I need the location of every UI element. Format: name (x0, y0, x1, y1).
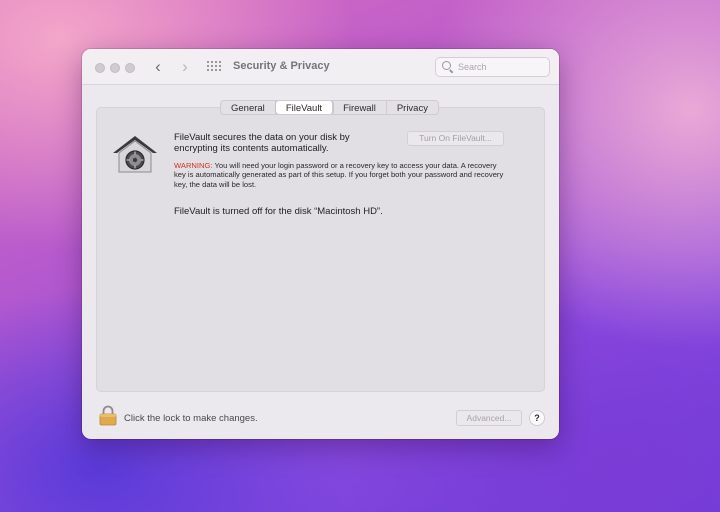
warning-text: You will need your login password or a r… (174, 161, 504, 189)
search-placeholder: Search (458, 62, 487, 72)
filevault-status: FileVault is turned off for the disk “Ma… (174, 206, 383, 217)
close-window-button[interactable] (95, 63, 105, 73)
tab-privacy[interactable]: Privacy (387, 101, 438, 114)
minimize-window-button[interactable] (110, 63, 120, 73)
security-privacy-window: ‹ › Security & Privacy Search FileVault … (82, 49, 559, 439)
filevault-intro-text: FileVault secures the data on your disk … (174, 132, 350, 154)
tab-bar: General FileVault Firewall Privacy (220, 100, 439, 115)
help-button[interactable]: ? (529, 410, 545, 426)
lock-label: Click the lock to make changes. (124, 413, 258, 424)
filevault-warning: WARNING: You will need your login passwo… (174, 161, 504, 189)
advanced-button[interactable]: Advanced... (456, 410, 522, 426)
tab-general[interactable]: General (221, 101, 276, 114)
grid-icon[interactable] (207, 61, 221, 73)
chevron-left-icon[interactable]: ‹ (150, 57, 166, 77)
padlock-icon[interactable] (99, 405, 117, 426)
zoom-window-button[interactable] (125, 63, 135, 73)
title-bar: ‹ › Security & Privacy Search (82, 49, 559, 85)
window-title: Security & Privacy (233, 60, 330, 72)
tab-filevault[interactable]: FileVault (275, 101, 334, 114)
turn-on-filevault-button[interactable]: Turn On FileVault... (407, 131, 504, 146)
tab-firewall[interactable]: Firewall (333, 101, 387, 114)
chevron-right-icon[interactable]: › (177, 57, 193, 77)
house-safe-icon (113, 136, 157, 173)
filevault-panel: FileVault secures the data on your disk … (96, 107, 545, 392)
search-field[interactable]: Search (435, 57, 550, 77)
search-icon (442, 61, 451, 70)
warning-label: WARNING: (174, 161, 213, 170)
